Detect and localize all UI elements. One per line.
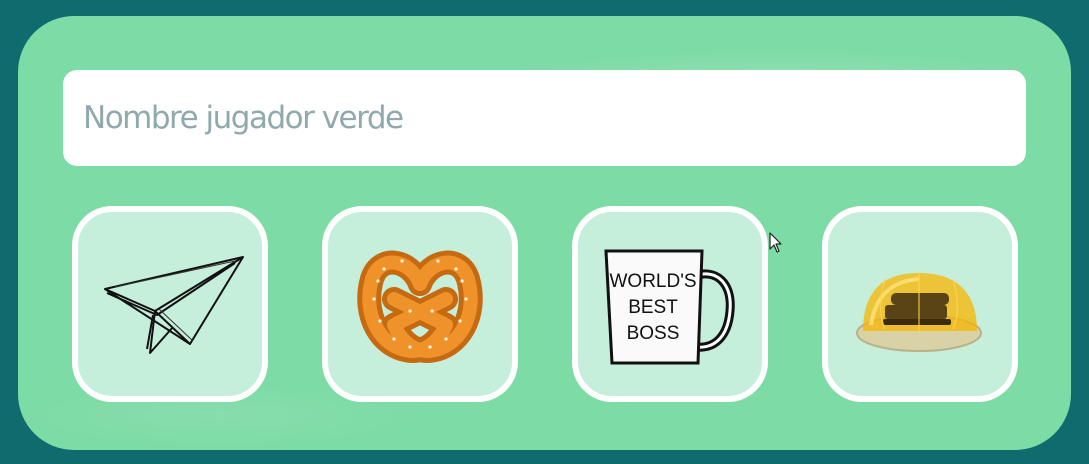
token-paper-airplane[interactable] [72, 206, 268, 402]
stapler-in-jello-icon [845, 249, 995, 359]
token-mug[interactable]: WORLD'S BEST BOSS [572, 206, 768, 402]
mug-text-line-3: BOSS [627, 323, 680, 344]
pretzel-icon [350, 239, 490, 369]
player-setup-panel: WORLD'S BEST BOSS [18, 16, 1071, 450]
paper-airplane-icon [95, 249, 245, 359]
mug-text-line-1: WORLD'S [609, 271, 696, 292]
token-stapler-jello[interactable] [822, 206, 1018, 402]
mouse-cursor-icon [769, 232, 782, 253]
mug-text-line-2: BEST [628, 297, 678, 318]
token-pretzel[interactable] [322, 206, 518, 402]
mug-icon: WORLD'S BEST BOSS [600, 239, 740, 369]
player-name-input[interactable] [63, 70, 1026, 166]
